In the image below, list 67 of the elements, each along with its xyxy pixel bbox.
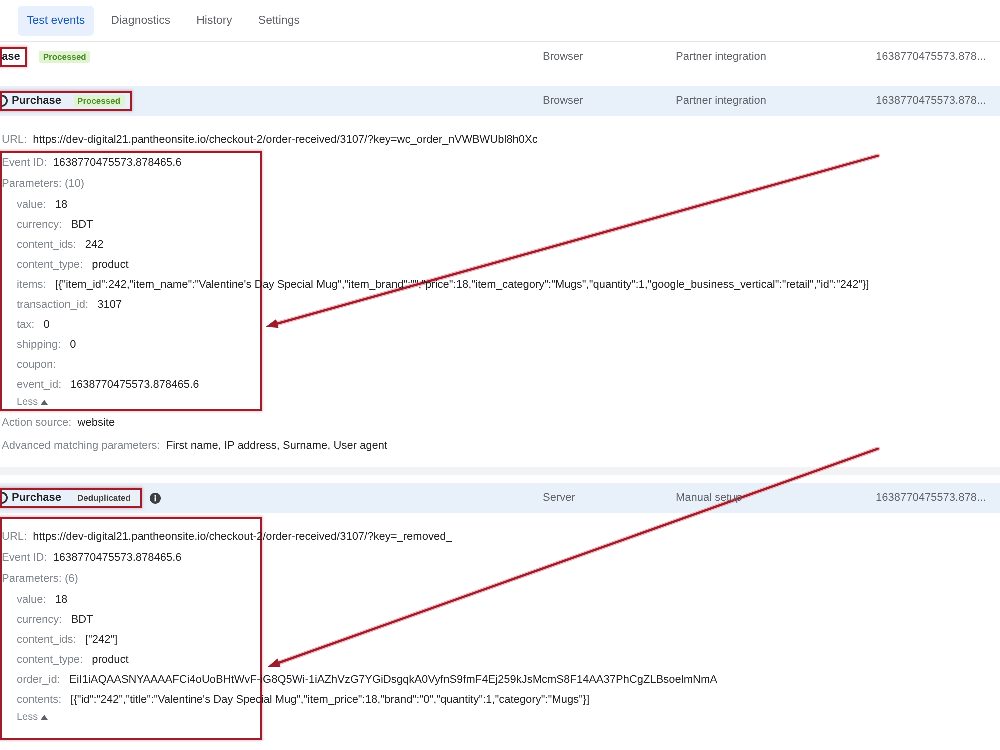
parameters-heading: Parameters: (10) xyxy=(2,178,85,190)
event-id-label: Event ID: xyxy=(2,552,48,564)
param-key: coupon: xyxy=(17,359,56,371)
param-value: 18 xyxy=(55,594,68,606)
event-id-value: 1638770475573.878465.6 xyxy=(53,157,182,169)
status-badge: Processed xyxy=(39,51,90,63)
param-value: 3107 xyxy=(98,299,122,311)
param-key: currency: xyxy=(17,219,62,231)
param-key: currency: xyxy=(17,614,62,626)
detail-label: Action source: xyxy=(2,417,72,429)
param-key: value: xyxy=(17,199,46,211)
detail-label: Advanced matching parameters: xyxy=(2,440,160,452)
less-link[interactable]: Less xyxy=(17,395,48,409)
event-name: Purchase xyxy=(12,95,62,107)
param-key: items: xyxy=(17,279,46,291)
event-name: Purchase xyxy=(12,492,62,504)
param-value: product xyxy=(92,259,129,271)
param-value: 0 xyxy=(70,339,76,351)
tab[interactable]: Diagnostics xyxy=(102,6,180,36)
param-value: 242 xyxy=(85,239,104,251)
param-value: 1638770475573.878465.6 xyxy=(70,379,200,391)
param-value: BDT xyxy=(71,219,94,231)
param-key: content_type: xyxy=(17,654,84,666)
caret-up-icon xyxy=(41,400,48,404)
tab[interactable]: Test events xyxy=(18,6,94,36)
status-badge: Processed xyxy=(74,95,125,107)
tab[interactable]: Settings xyxy=(249,6,309,36)
param-key: transaction_id: xyxy=(17,299,89,311)
event-id-value: 1638770475573.878465.6 xyxy=(53,552,182,564)
setup-label: Manual setup xyxy=(676,492,744,504)
param-key: contents: xyxy=(17,694,62,706)
param-key: content_ids: xyxy=(17,239,76,251)
setup-label: Partner integration xyxy=(676,51,768,63)
param-value: 0 xyxy=(44,319,50,331)
event-id-value: 1638770475573.878... xyxy=(876,492,988,504)
event-name: ase xyxy=(2,51,20,63)
event-row[interactable]: Purchase Deduplicated Server Manual setup 1638770475573.878... xyxy=(0,483,1000,513)
url-label: URL: xyxy=(2,531,28,543)
event-id-label: Event ID: xyxy=(2,157,48,169)
source-label: Browser xyxy=(543,51,584,63)
caret-up-icon xyxy=(41,714,48,720)
param-key: value: xyxy=(17,594,46,606)
url-value: https://dev-digital21.pantheonsite.io/checkout-2/order-received/3107/?key=wc_order_nVWBWUbl8h0Xc xyxy=(33,134,538,146)
detail-value: website xyxy=(78,417,116,429)
param-value: BDT xyxy=(71,614,94,626)
param-value: 18 xyxy=(55,199,68,211)
event-row[interactable]: Purchase Processed Browser Partner integration 1638770475573.878... xyxy=(0,86,1000,116)
param-key: shipping: xyxy=(17,339,62,351)
parameters-heading: Parameters: (6) xyxy=(2,573,78,585)
param-key: tax: xyxy=(17,319,35,331)
param-value: ["242"] xyxy=(85,634,118,646)
param-key: content_type: xyxy=(17,259,84,271)
source-label: Browser xyxy=(543,95,584,107)
param-key: content_ids: xyxy=(17,634,76,646)
param-key: order_id: xyxy=(17,674,60,686)
info-icon[interactable] xyxy=(150,492,161,504)
setup-label: Partner integration xyxy=(676,95,768,107)
event-id-value: 1638770475573.878... xyxy=(876,95,988,107)
param-key: event_id: xyxy=(17,379,62,391)
detail-value: First name, IP address, Surname, User agent xyxy=(166,440,388,452)
tab[interactable]: History xyxy=(188,6,242,36)
event-id-value: 1638770475573.878... xyxy=(876,51,988,63)
status-badge: Deduplicated xyxy=(74,492,135,504)
source-label: Server xyxy=(543,492,576,504)
less-link[interactable]: Less xyxy=(17,710,48,724)
param-value: product xyxy=(92,654,129,666)
url-label: URL: xyxy=(2,134,28,146)
